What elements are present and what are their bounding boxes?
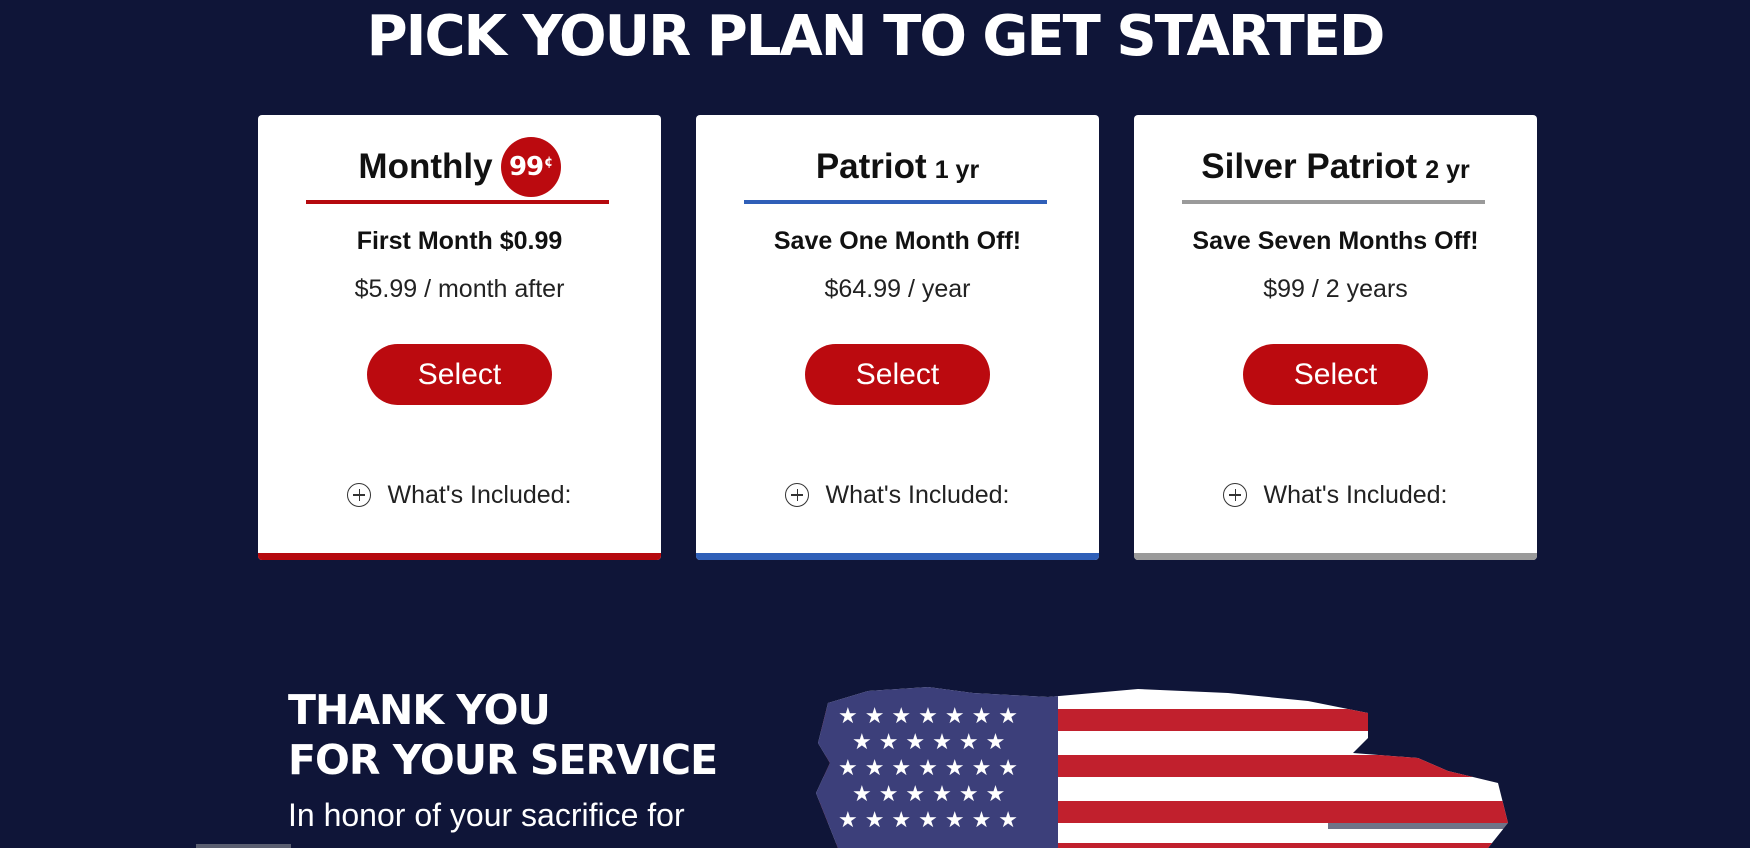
plus-circle-icon (347, 483, 372, 507)
plan-accent-bar (258, 553, 661, 560)
page-title: PICK YOUR PLAN TO GET STARTED (366, 4, 1386, 69)
plan-name: Patriot (815, 147, 927, 186)
select-button-patriot[interactable]: Select (805, 344, 990, 405)
plan-term: 1 yr (934, 155, 980, 184)
plan-accent-bar (696, 553, 1099, 560)
plan-promo: Save One Month Off! (773, 227, 1022, 255)
price-badge-unit: ¢ (544, 154, 553, 170)
plan-price: $99 / 2 years (1263, 275, 1408, 303)
plan-header: Patriot 1 yr (696, 143, 1099, 191)
select-button-monthly[interactable]: Select (367, 344, 552, 405)
thank-you-heading: THANK YOU FOR YOUR SERVICE (288, 685, 718, 785)
american-flag-image: ★ ★ ★ ★ ★ ★ ★ ★ ★ ★ ★ ★ ★ ★ ★ ★ ★ ★ ★ ★ … (808, 683, 1508, 848)
plan-promo: First Month $0.99 (356, 227, 563, 255)
svg-text:★ ★ ★ ★ ★ ★: ★ ★ ★ ★ ★ ★ (852, 782, 1005, 807)
svg-text:★ ★ ★ ★ ★ ★ ★: ★ ★ ★ ★ ★ ★ ★ (838, 704, 1018, 729)
whats-included-toggle[interactable]: What's Included: (1134, 475, 1537, 515)
plan-term: 2 yr (1425, 155, 1470, 184)
price-badge: 99 ¢ (500, 137, 561, 197)
plan-price: $64.99 / year (824, 275, 971, 303)
plan-divider (1182, 200, 1485, 204)
plan-header: Monthly 99 ¢ (258, 137, 661, 197)
plan-accent-bar (1134, 553, 1537, 560)
thank-you-heading-line2: FOR YOUR SERVICE (288, 736, 718, 784)
plan-cards: Monthly 99 ¢ First Month $0.99 $5.99 / mo… (258, 115, 1538, 560)
plan-card-silver-patriot: Silver Patriot 2 yr Save Seven Months Of… (1134, 115, 1537, 560)
plan-name: Monthly (358, 147, 493, 186)
svg-text:★ ★ ★ ★ ★ ★: ★ ★ ★ ★ ★ ★ (852, 730, 1005, 755)
plus-circle-icon (1223, 483, 1248, 507)
plan-promo: Save Seven Months Off! (1192, 227, 1479, 255)
whats-included-label: What's Included: (825, 480, 1010, 509)
thank-you-body: In honor of your sacrifice for (288, 797, 685, 833)
corner-scroll-tab[interactable] (196, 844, 291, 848)
svg-text:★ ★ ★ ★ ★ ★ ★: ★ ★ ★ ★ ★ ★ ★ (838, 756, 1018, 781)
whats-included-label: What's Included: (387, 480, 572, 509)
plan-header: Silver Patriot 2 yr (1134, 143, 1537, 191)
plan-price: $5.99 / month after (354, 275, 565, 303)
plan-divider (306, 200, 609, 204)
thank-you-heading-line1: THANK YOU (288, 686, 551, 734)
plan-name: Silver Patriot (1201, 147, 1418, 186)
whats-included-toggle[interactable]: What's Included: (258, 475, 661, 515)
price-badge-value: 99 (508, 152, 544, 182)
svg-text:★ ★ ★ ★ ★ ★ ★: ★ ★ ★ ★ ★ ★ ★ (838, 808, 1018, 833)
plan-card-monthly: Monthly 99 ¢ First Month $0.99 $5.99 / mo… (258, 115, 661, 560)
plan-divider (744, 200, 1047, 204)
select-button-silver-patriot[interactable]: Select (1243, 344, 1428, 405)
whats-included-toggle[interactable]: What's Included: (696, 475, 1099, 515)
whats-included-label: What's Included: (1263, 480, 1448, 509)
plus-circle-icon (785, 483, 810, 507)
plan-card-patriot: Patriot 1 yr Save One Month Off! $64.99 … (696, 115, 1099, 560)
